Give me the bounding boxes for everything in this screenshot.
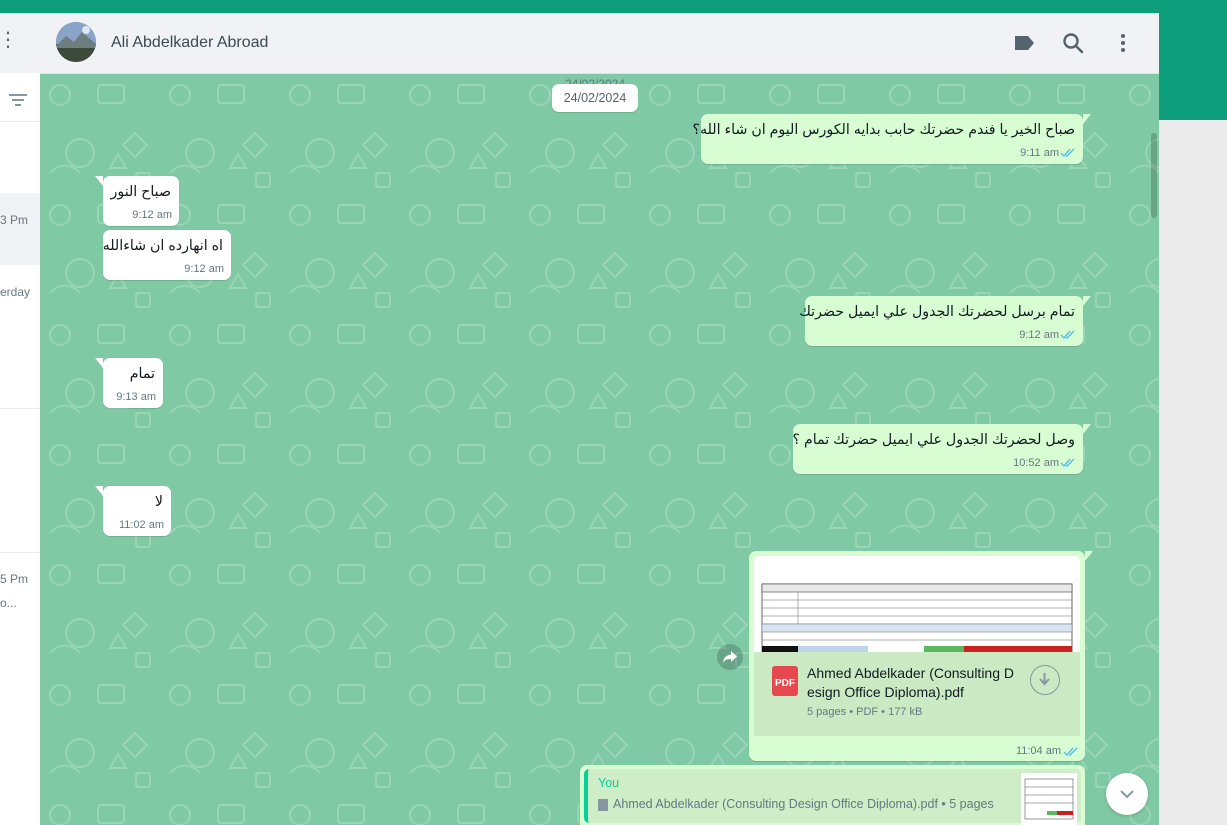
chat-list-sidebar: ⋮ 3 Pm erday 5 Pm o... [0, 13, 41, 825]
bubble-tail [95, 486, 103, 496]
forward-icon [723, 651, 737, 663]
document-preview[interactable] [754, 556, 1080, 652]
message-time: 9:12 am [1019, 329, 1059, 341]
sidebar-menu-icon[interactable]: ⋮ [0, 27, 18, 52]
document-info[interactable]: PDF Ahmed Abdelkader (Consulting Design … [754, 652, 1080, 736]
message-text: لا [154, 494, 163, 510]
message-text: اه انهارده ان شاءالله [102, 238, 223, 254]
filter-icon[interactable] [9, 93, 27, 107]
quoted-author: You [598, 776, 620, 790]
window-background-accent [1159, 0, 1227, 120]
read-receipt-icon [1060, 148, 1075, 158]
read-receipt-icon [1060, 330, 1075, 340]
reply-message[interactable]: You Ahmed Abdelkader (Consulting Design … [580, 765, 1085, 825]
top-accent-bar [0, 0, 1227, 13]
quoted-message[interactable]: You Ahmed Abdelkader (Consulting Design … [584, 769, 1081, 825]
sidebar-chat-time: 5 Pm [0, 572, 29, 586]
incoming-message[interactable]: لا 11:02 am [103, 486, 171, 536]
message-time: 9:12 am [132, 209, 172, 221]
message-time: 9:11 am [1020, 147, 1059, 159]
outgoing-message[interactable]: تمام برسل لحضرتك الجدول علي ايميل حضرتك … [799, 296, 1083, 346]
outgoing-message[interactable]: صباح الخير يا فندم حضرتك حابب بدايه الكو… [692, 114, 1083, 164]
incoming-message[interactable]: صباح النور 9:12 am [103, 176, 179, 226]
conversation-header: Ali Abdelkader Abroad [40, 13, 1159, 74]
window-background [1159, 120, 1227, 825]
sidebar-header: ⋮ [0, 13, 40, 73]
document-meta: 5 pages • PDF • 177 kB [807, 706, 923, 718]
contact-avatar[interactable] [56, 22, 96, 62]
forward-button[interactable] [717, 644, 743, 670]
read-receipt-icon [1063, 747, 1078, 757]
bubble-tail [95, 358, 103, 368]
scroll-to-bottom-button[interactable] [1106, 773, 1148, 815]
quoted-text: Ahmed Abdelkader (Consulting Design Offi… [613, 797, 994, 811]
menu-icon[interactable] [1118, 33, 1128, 53]
sidebar-chat-preview: o... [0, 596, 17, 610]
quoted-thumbnail [1021, 773, 1077, 825]
conversation-panel: Ali Abdelkader Abroad 24/02/2024 24/02/2… [40, 13, 1159, 825]
message-text: تمام [129, 366, 155, 382]
message-time: 11:04 am [1015, 745, 1061, 757]
sidebar-chat-item-selected[interactable] [0, 193, 40, 265]
message-time: 10:52 am [1013, 457, 1059, 469]
outgoing-message[interactable]: وصل لحضرتك الجدول علي ايميل حضرتك تمام ؟… [793, 424, 1083, 474]
bubble-tail [1083, 424, 1091, 434]
message-time: 9:13 am [116, 391, 156, 403]
message-time: 11:02 am [118, 519, 164, 531]
pdf-icon: PDF [772, 666, 798, 696]
message-text: وصل لحضرتك الجدول علي ايميل حضرتك تمام ؟ [792, 432, 1075, 448]
document-file-name: Ahmed Abdelkader (Consulting Design Offi… [807, 665, 1015, 700]
sidebar-chat-time: erday [0, 285, 31, 299]
bubble-tail [1083, 114, 1091, 124]
bubble-tail [1085, 551, 1093, 561]
message-text: تمام برسل لحضرتك الجدول علي ايميل حضرتك [799, 304, 1075, 320]
message-text: صباح النور [110, 184, 171, 200]
contact-name[interactable]: Ali Abdelkader Abroad [111, 34, 268, 52]
chevron-down-icon [1120, 790, 1134, 799]
document-preview-image [754, 556, 1080, 652]
divider [0, 121, 40, 122]
sidebar-chat-time: 3 Pm [0, 213, 29, 227]
bubble-tail [1083, 296, 1091, 306]
search-icon[interactable] [1062, 32, 1084, 54]
document-icon [598, 799, 608, 811]
chat-scrollbar[interactable] [1151, 133, 1157, 218]
message-text: صباح الخير يا فندم حضرتك حابب بدايه الكو… [692, 122, 1075, 138]
read-receipt-icon [1060, 458, 1075, 468]
message-time: 9:12 am [184, 263, 224, 275]
document-message[interactable]: PDF Ahmed Abdelkader (Consulting Design … [749, 551, 1085, 761]
divider [0, 552, 40, 553]
divider [0, 408, 40, 409]
download-icon [1039, 673, 1050, 686]
bubble-tail [95, 176, 103, 186]
date-divider: 24/02/2024 [552, 84, 638, 112]
incoming-message[interactable]: تمام 9:13 am [103, 358, 163, 408]
label-icon[interactable] [1013, 35, 1035, 51]
incoming-message[interactable]: اه انهارده ان شاءالله 9:12 am [103, 230, 231, 280]
download-button[interactable] [1030, 665, 1060, 695]
